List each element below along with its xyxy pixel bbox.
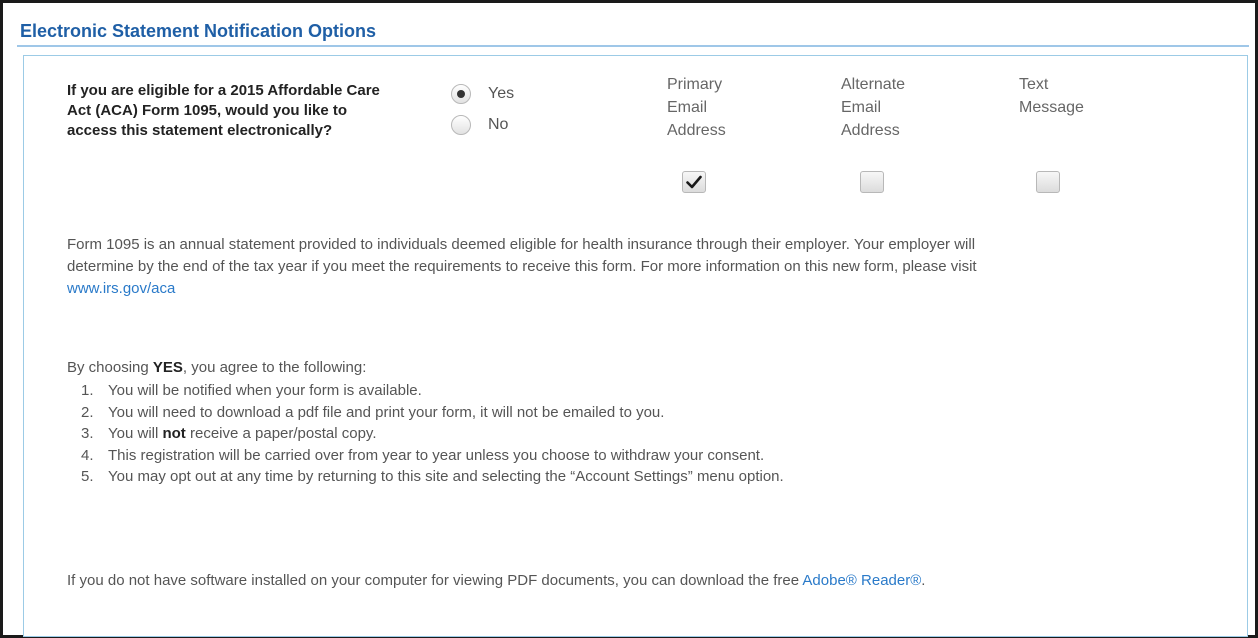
footer-text: If you do not have software installed on…	[67, 572, 800, 589]
list-text: You may opt out at any time by returning…	[108, 468, 784, 485]
primary-email-checkbox[interactable]	[682, 171, 706, 193]
list-text-pre: You will	[108, 425, 159, 442]
list-text-bold: not	[162, 425, 186, 442]
column-header-line: Address	[841, 122, 900, 139]
radio-selected-dot	[457, 90, 465, 98]
text-message-checkbox[interactable]	[1036, 171, 1060, 193]
radio-yes-control[interactable]	[451, 84, 471, 104]
agreement-intro: By choosing YES, you agree to the follow…	[67, 359, 366, 376]
page-frame: Electronic Statement Notification Option…	[0, 0, 1258, 638]
adobe-reader-link[interactable]: Adobe® Reader®	[802, 572, 921, 589]
list-item: 3. You will not receive a paper/postal c…	[81, 423, 1021, 445]
list-text: You will be notified when your form is a…	[108, 382, 422, 399]
form-1095-description: Form 1095 is an annual statement provide…	[67, 234, 1027, 300]
list-item: 5. You may opt out at any time by return…	[81, 466, 1021, 488]
column-header-line: Primary	[667, 76, 723, 93]
column-header-primary-email: Primary Email Address	[667, 73, 777, 142]
column-header-line: Email	[667, 99, 708, 116]
column-header-line: Alternate	[841, 76, 906, 93]
radio-no-control[interactable]	[451, 115, 471, 135]
list-text: You will not receive a paper/postal copy…	[108, 423, 376, 445]
column-header-text-message: Text Message	[1019, 73, 1129, 119]
column-header-line: Text	[1019, 76, 1049, 93]
irs-aca-link[interactable]: www.irs.gov/aca	[67, 280, 175, 297]
list-number: 2.	[81, 403, 94, 421]
footer-suffix: .	[921, 572, 926, 589]
column-header-line: Message	[1019, 99, 1084, 116]
list-item: 1. You will be notified when your form i…	[81, 380, 1021, 402]
radio-yes-label: Yes	[488, 85, 515, 102]
column-header-line: Address	[667, 122, 726, 139]
alternate-email-checkbox[interactable]	[860, 171, 884, 193]
column-header-line: Email	[841, 99, 882, 116]
list-text: You will need to download a pdf file and…	[108, 403, 665, 421]
list-number: 1.	[81, 382, 94, 399]
agreement-intro-suffix: , you agree to the following:	[182, 359, 367, 376]
description-text: Form 1095 is an annual statement provide…	[67, 236, 977, 275]
list-number: 3.	[81, 425, 94, 442]
radio-yes[interactable]: Yes	[451, 82, 514, 106]
agreement-intro-bold: YES	[152, 359, 183, 376]
eligibility-question: If you are eligible for a 2015 Affordabl…	[67, 82, 380, 139]
column-header-alternate-email: Alternate Email Address	[841, 73, 951, 142]
radio-no-label: No	[488, 116, 509, 133]
section-title: Electronic Statement Notification Option…	[20, 21, 377, 41]
list-item: 2. You will need to download a pdf file …	[81, 402, 1021, 424]
pdf-reader-note: If you do not have software installed on…	[67, 570, 1027, 592]
agreement-list: 1. You will be notified when your form i…	[81, 380, 1021, 488]
list-number: 5.	[81, 468, 94, 485]
title-divider	[17, 45, 1249, 47]
list-number: 4.	[81, 446, 94, 464]
checkmark-icon	[686, 175, 702, 189]
list-text-post: receive a paper/postal copy.	[189, 425, 377, 442]
options-panel	[23, 55, 1248, 637]
list-item: 4. This registration will be carried ove…	[81, 445, 1021, 467]
agreement-intro-prefix: By choosing	[67, 359, 149, 376]
radio-no[interactable]: No	[451, 113, 508, 137]
list-text: This registration will be carried over f…	[108, 446, 765, 464]
